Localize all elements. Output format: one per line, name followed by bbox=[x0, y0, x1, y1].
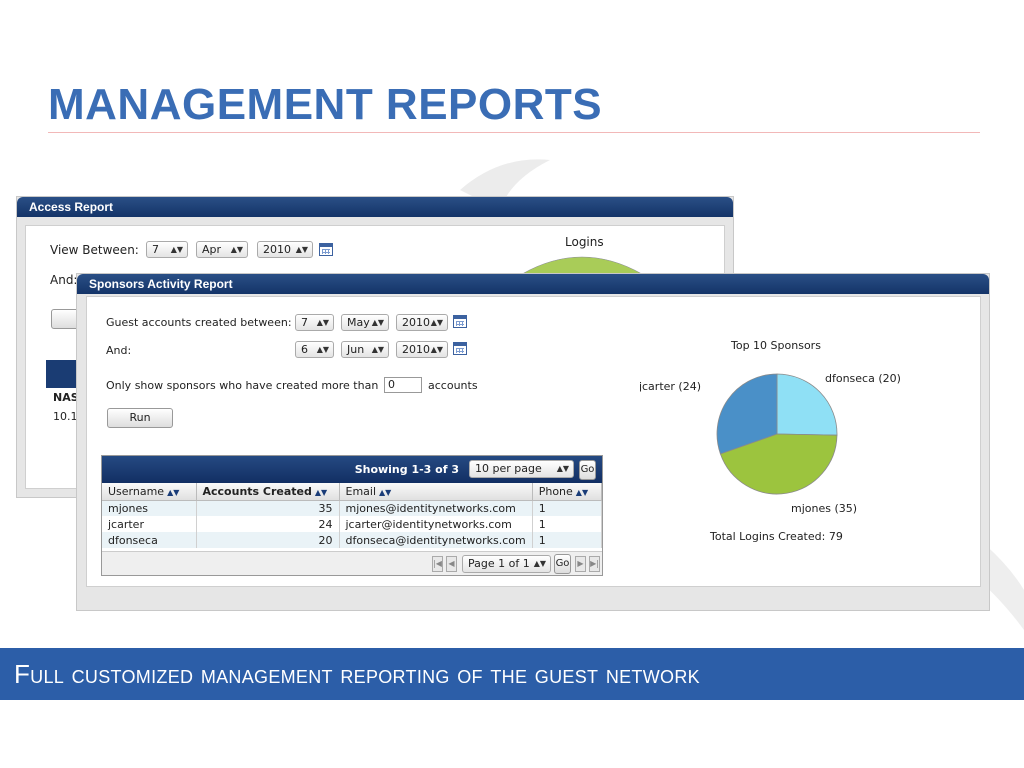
access-and-label: And: bbox=[50, 273, 78, 287]
pie-label: dfonseca (20) bbox=[825, 372, 901, 385]
cell-email: jcarter@identitynetworks.com bbox=[339, 516, 533, 532]
pagination-bar: |◀ ◀ Page 1 of 1 ▲▼ Go ▶ ▶| bbox=[102, 551, 602, 575]
from-month-select[interactable]: May ▲▼ bbox=[341, 314, 389, 331]
page-select[interactable]: Page 1 of 1 ▲▼ bbox=[462, 555, 551, 573]
sponsors-grid: Showing 1-3 of 3 10 per page ▲▼ Go Userna… bbox=[101, 455, 603, 576]
col-email[interactable]: Email ▲▼ bbox=[339, 483, 533, 501]
calendar-icon[interactable] bbox=[319, 243, 333, 256]
cell-accounts: 24 bbox=[196, 516, 340, 532]
cell-email: dfonseca@identitynetworks.com bbox=[339, 532, 533, 548]
sort-arrows-icon: ▲▼ bbox=[167, 487, 180, 497]
from-day-select[interactable]: 7 ▲▼ bbox=[295, 314, 334, 331]
cell-username: mjones bbox=[102, 500, 197, 516]
showing-count: Showing 1-3 of 3 bbox=[354, 463, 459, 476]
access-from-month-select[interactable]: Apr ▲▼ bbox=[196, 241, 248, 258]
sort-arrows-icon: ▲▼ bbox=[575, 487, 589, 497]
next-page-icon[interactable]: ▶ bbox=[575, 556, 586, 572]
grid-go-button[interactable]: Go bbox=[579, 460, 596, 480]
cell-username: jcarter bbox=[102, 516, 197, 532]
from-year-select[interactable]: 2010 ▲▼ bbox=[396, 314, 448, 331]
sponsors-pie-chart: dfonseca (20) jcarter (24) mjones (35) bbox=[640, 372, 901, 515]
page-go-button[interactable]: Go bbox=[554, 554, 571, 574]
table-row[interactable]: mjones 35 mjones@identitynetworks.com 1 bbox=[102, 500, 603, 516]
table-row[interactable]: dfonseca 20 dfonseca@identitynetworks.co… bbox=[102, 532, 603, 548]
first-page-icon[interactable]: |◀ bbox=[432, 556, 443, 572]
grid-toolbar: Showing 1-3 of 3 10 per page ▲▼ Go bbox=[102, 456, 602, 483]
logins-pie-chart bbox=[521, 256, 643, 274]
cell-accounts: 20 bbox=[196, 532, 340, 548]
col-username[interactable]: Username ▲▼ bbox=[102, 483, 197, 501]
total-logins-label: Total Logins Created: 79 bbox=[710, 530, 843, 543]
sponsors-report-header: Sponsors Activity Report bbox=[77, 274, 989, 294]
to-calendar-icon[interactable] bbox=[453, 342, 467, 355]
to-year-select[interactable]: 2010 ▲▼ bbox=[396, 341, 448, 358]
pie-label: mjones (35) bbox=[791, 502, 857, 515]
access-table-header bbox=[46, 360, 80, 388]
access-from-year-select[interactable]: 2010 ▲▼ bbox=[257, 241, 313, 258]
footer-caption: Full customized management reporting of … bbox=[0, 648, 1024, 700]
prev-page-icon[interactable]: ◀ bbox=[446, 556, 457, 572]
logins-chart-title: Logins bbox=[565, 235, 604, 249]
sponsors-table: Username ▲▼ Accounts Created ▲▼ Email ▲▼ Ph… bbox=[102, 483, 603, 548]
access-table-col-partial: NAS bbox=[53, 391, 79, 404]
last-page-icon[interactable]: ▶| bbox=[589, 556, 600, 572]
col-accounts-created[interactable]: Accounts Created ▲▼ bbox=[196, 483, 340, 501]
col-phone[interactable]: Phone ▲▼ bbox=[532, 483, 603, 501]
cell-phone: 1 bbox=[532, 516, 603, 532]
to-day-select[interactable]: 6 ▲▼ bbox=[295, 341, 334, 358]
access-report-header: Access Report bbox=[17, 197, 733, 217]
min-accounts-input[interactable]: 0 bbox=[384, 377, 422, 393]
to-month-select[interactable]: Jun ▲▼ bbox=[341, 341, 389, 358]
accounts-label: accounts bbox=[428, 379, 478, 392]
cell-phone: 1 bbox=[532, 532, 603, 548]
and-label: And: bbox=[106, 344, 132, 357]
table-row[interactable]: jcarter 24 jcarter@identitynetworks.com … bbox=[102, 516, 603, 532]
per-page-select[interactable]: 10 per page ▲▼ bbox=[469, 460, 574, 478]
cell-email: mjones@identitynetworks.com bbox=[339, 500, 533, 516]
view-between-label: View Between: bbox=[50, 243, 139, 257]
pie-label: jcarter (24) bbox=[640, 380, 701, 393]
created-between-label: Guest accounts created between: bbox=[106, 316, 292, 329]
sort-arrows-icon: ▲▼ bbox=[314, 487, 328, 497]
sort-arrows-icon: ▲▼ bbox=[379, 487, 392, 497]
access-from-day-select[interactable]: 7 ▲▼ bbox=[146, 241, 188, 258]
sponsors-chart-title: Top 10 Sponsors bbox=[731, 339, 821, 352]
cell-accounts: 35 bbox=[196, 500, 340, 516]
title-divider bbox=[48, 132, 980, 133]
cell-username: dfonseca bbox=[102, 532, 197, 548]
from-calendar-icon[interactable] bbox=[453, 315, 467, 328]
run-button[interactable]: Run bbox=[107, 408, 173, 428]
only-show-label: Only show sponsors who have created more… bbox=[106, 379, 379, 392]
access-table-cell-partial: 10.1 bbox=[53, 410, 78, 423]
cell-phone: 1 bbox=[532, 500, 603, 516]
slide-title: MANAGEMENT REPORTS bbox=[48, 80, 603, 129]
